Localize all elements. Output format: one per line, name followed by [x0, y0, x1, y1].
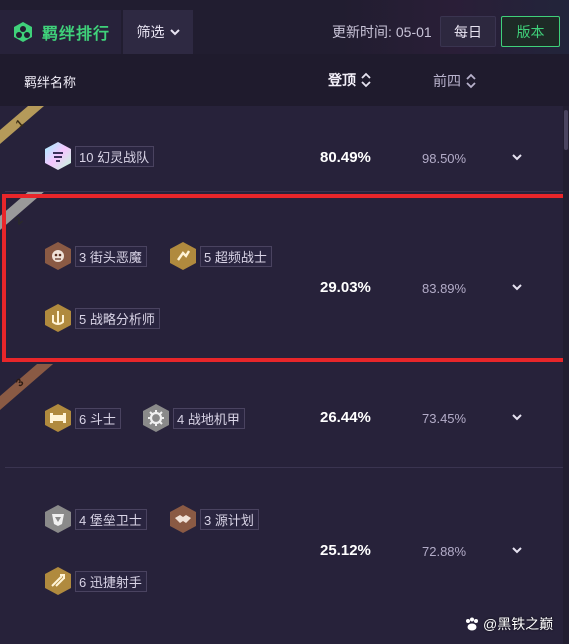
- trait-chip[interactable]: 4 战地机甲: [142, 403, 245, 433]
- column-top4-sort[interactable]: 前四: [433, 71, 476, 91]
- top1-rate: 80.49%: [320, 149, 371, 166]
- trait-label: 3 源计划: [200, 508, 259, 530]
- demon-icon: [44, 241, 72, 271]
- watermark-text: @黑铁之巅: [483, 616, 554, 632]
- update-time: 更新时间: 05-01: [328, 22, 432, 42]
- update-time-label: 更新时间:: [332, 24, 392, 40]
- watermark: @黑铁之巅: [464, 614, 553, 634]
- overclock-icon: [169, 241, 197, 271]
- top-bar: 羁绊排行 筛选 更新时间: 05-01 每日 版本: [0, 0, 569, 54]
- chevron-down-icon[interactable]: [509, 542, 525, 558]
- column-trait-name: 羁绊名称: [24, 75, 77, 90]
- top1-rate: 26.44%: [320, 409, 371, 426]
- trait-label: 6 迅捷射手: [75, 570, 147, 592]
- top4-rate: 98.50%: [422, 151, 467, 166]
- top4-rate: 72.88%: [422, 544, 467, 559]
- chevron-down-icon[interactable]: [509, 279, 525, 295]
- trait-label: 4 战地机甲: [173, 407, 245, 429]
- table-row[interactable]: 1 10 幻灵战队 80.49% 98.50%: [0, 106, 563, 192]
- star-guardian-icon: [44, 141, 72, 171]
- mech-icon: [142, 403, 170, 433]
- chevron-down-icon: [169, 29, 180, 36]
- top1-rate: 29.03%: [320, 279, 371, 296]
- version-button[interactable]: 版本: [501, 16, 560, 47]
- bruiser-icon: [44, 403, 72, 433]
- column-top1-label: 登顶: [328, 72, 356, 88]
- sort-icon: [361, 72, 371, 88]
- trait-label: 5 超频战士: [200, 245, 272, 267]
- trait-chip[interactable]: 6 斗士: [44, 403, 121, 433]
- top4-rate: 73.45%: [422, 411, 467, 426]
- trait-chip[interactable]: 5 超频战士: [169, 241, 272, 271]
- trait-logo-icon: [14, 22, 32, 42]
- page-title: 羁绊排行: [42, 26, 111, 43]
- strategist-icon: [44, 303, 72, 333]
- trait-chip[interactable]: 10 幻灵战队: [44, 141, 155, 171]
- daily-button[interactable]: 每日: [440, 16, 496, 47]
- handshake-icon: [169, 504, 197, 534]
- trait-chip[interactable]: 5 战略分析师: [44, 303, 160, 333]
- trait-label: 6 斗士: [75, 407, 121, 429]
- trait-chip[interactable]: 3 街头恶魔: [44, 241, 147, 271]
- trait-label: 5 战略分析师: [75, 307, 160, 329]
- bastion-icon: [44, 504, 72, 534]
- trait-label: 10 幻灵战队: [75, 145, 155, 167]
- table-header: 羁绊名称 登顶 前四: [0, 54, 569, 106]
- top1-rate: 25.12%: [320, 542, 371, 559]
- rank-ribbon: 2: [0, 192, 60, 242]
- sort-icon: [466, 73, 476, 89]
- column-top4-label: 前四: [433, 73, 461, 89]
- table-row[interactable]: 3 6 斗士 4 战地机甲 26.44% 73.45%: [0, 364, 563, 468]
- rank-ribbon-shape: [0, 192, 44, 230]
- chevron-down-icon[interactable]: [509, 149, 525, 165]
- filter-dropdown[interactable]: 筛选: [123, 10, 193, 54]
- trait-label: 3 街头恶魔: [75, 245, 147, 267]
- top4-rate: 83.89%: [422, 281, 467, 296]
- trait-chip[interactable]: 3 源计划: [169, 504, 259, 534]
- scrollbar-thumb[interactable]: [564, 110, 568, 150]
- scrollbar-track[interactable]: [563, 106, 569, 644]
- filter-label: 筛选: [136, 24, 165, 40]
- table-row[interactable]: 2 3 街头恶魔 5 超频战士 5 战略分析师 29.03% 83.89%: [0, 192, 563, 364]
- update-time-value: 05-01: [395, 24, 432, 40]
- trait-chip[interactable]: 6 迅捷射手: [44, 566, 147, 596]
- trait-chip[interactable]: 4 堡垒卫士: [44, 504, 147, 534]
- chevron-down-icon[interactable]: [509, 409, 525, 425]
- trait-label: 4 堡垒卫士: [75, 508, 147, 530]
- brand-tab[interactable]: 羁绊排行: [0, 10, 121, 54]
- paw-icon: [466, 617, 478, 631]
- rapidfire-icon: [44, 566, 72, 596]
- column-top1-sort[interactable]: 登顶: [328, 70, 371, 90]
